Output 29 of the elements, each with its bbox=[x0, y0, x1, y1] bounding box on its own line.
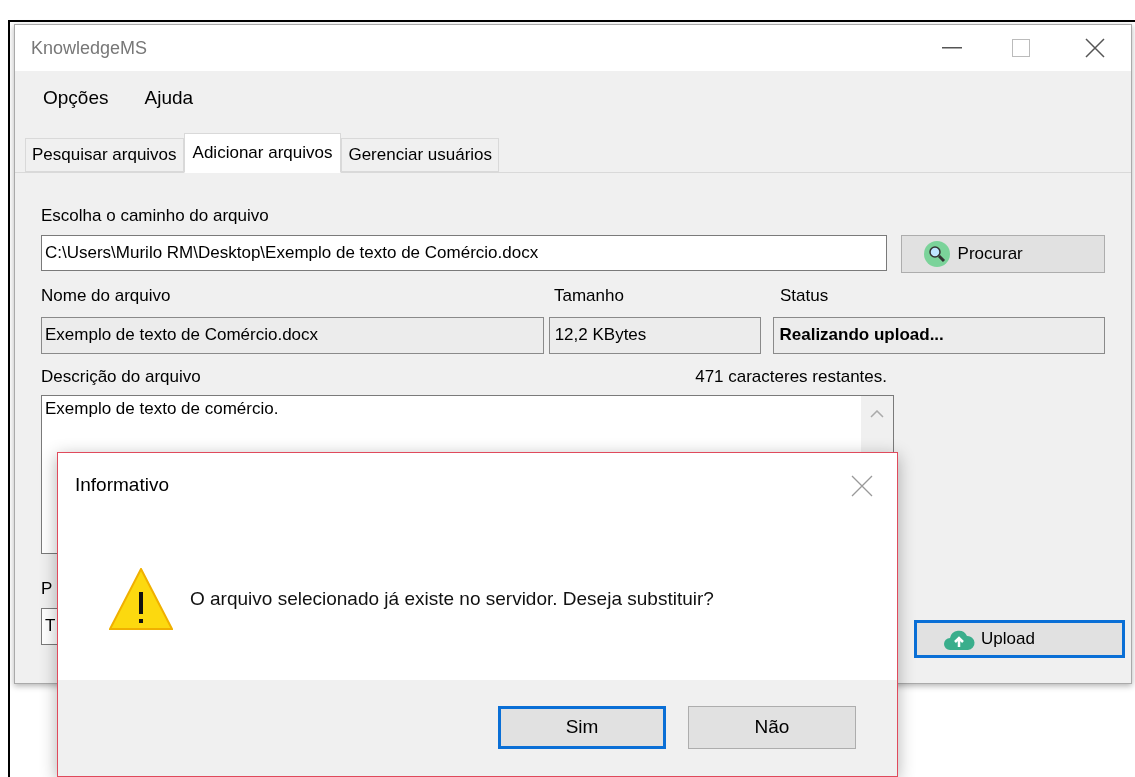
dialog-message: O arquivo selecionado já existe no servidor. Deseja substituir? bbox=[190, 586, 714, 611]
menu-item[interactable]: Opções bbox=[43, 83, 109, 113]
close-icon[interactable] bbox=[1085, 38, 1105, 58]
field-label: Nome do arquivo bbox=[41, 285, 171, 307]
upload-button[interactable]: Upload bbox=[914, 620, 1125, 658]
warning-icon bbox=[109, 568, 173, 630]
window-title: KnowledgeMS bbox=[31, 36, 148, 60]
menu-item[interactable]: Ajuda bbox=[144, 83, 194, 113]
file-path-field[interactable]: C:\Users\Murilo RM\Desktop\Exemplo de texto de Comércio.docx bbox=[41, 235, 887, 271]
search-icon bbox=[923, 241, 950, 267]
field-label: Tamanho bbox=[554, 285, 624, 307]
dialog-title: Informativo bbox=[75, 473, 169, 498]
minimize-icon[interactable] bbox=[942, 47, 962, 49]
tab[interactable]: Adicionar arquivos bbox=[183, 133, 342, 173]
dialog-button[interactable]: Sim bbox=[498, 706, 666, 749]
field-label: Descrição do arquivo bbox=[41, 365, 201, 388]
field-label: P bbox=[41, 579, 53, 598]
dialog-button[interactable]: Não bbox=[688, 706, 856, 749]
browse-button[interactable]: Procurar bbox=[900, 235, 1105, 273]
tab[interactable]: Gerenciar usuários bbox=[341, 138, 500, 172]
maximize-icon[interactable] bbox=[1012, 39, 1030, 57]
scroll-up-icon[interactable] bbox=[870, 410, 884, 418]
tab[interactable]: Pesquisar arquivos bbox=[25, 138, 184, 172]
field-label: Status bbox=[780, 285, 829, 307]
status-field: Realizando upload... bbox=[773, 316, 1105, 354]
character-counter: 471 caracteres restantes. bbox=[695, 365, 887, 388]
file-name-field: Exemplo de texto de Comércio.docx bbox=[41, 316, 544, 354]
file-size-field: 12,2 KBytes bbox=[548, 316, 762, 354]
field-label: Escolha o caminho do arquivo bbox=[41, 205, 270, 225]
